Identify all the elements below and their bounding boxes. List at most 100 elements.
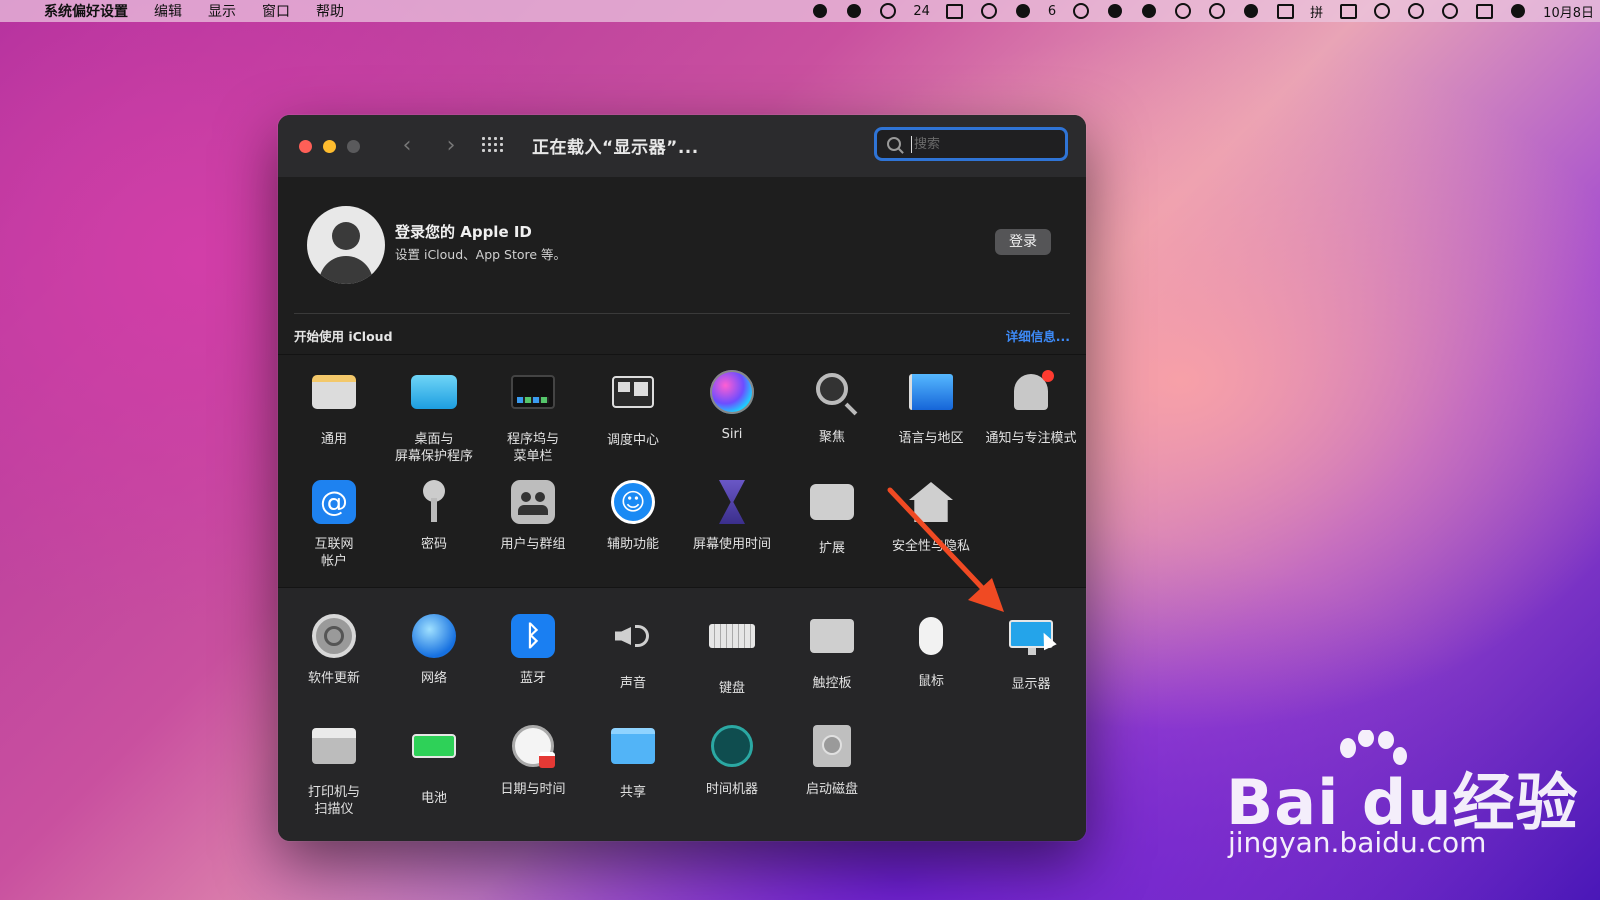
color-wheel-icon[interactable]: [1072, 3, 1090, 19]
search-input[interactable]: [911, 135, 1056, 153]
search-magnifier-icon: [887, 137, 901, 151]
pref-battery[interactable]: 电池: [384, 724, 484, 824]
pref-general[interactable]: 通用: [284, 370, 384, 470]
pref-label: 启动磁盘: [805, 782, 858, 797]
forward-chevron-icon[interactable]: ›: [440, 132, 462, 160]
pref-label: 时间机器: [705, 782, 758, 797]
pref-trackpad[interactable]: 触控板: [782, 614, 882, 714]
pref-label: 桌面与 屏幕保护程序: [394, 432, 473, 464]
pref-mouse[interactable]: 鼠标: [881, 614, 981, 714]
pref-time-machine[interactable]: 时间机器: [682, 724, 782, 824]
globe-icon: [410, 614, 458, 658]
pref-keyboard[interactable]: 键盘: [682, 614, 782, 714]
wechat-icon[interactable]: [879, 3, 897, 19]
pref-users-groups[interactable]: 用户与群组: [483, 480, 583, 580]
mouse-icon: [907, 617, 955, 661]
pref-language-region[interactable]: 语言与地区: [881, 370, 981, 470]
user-circle-icon[interactable]: [1407, 3, 1425, 19]
show-all-grid-icon[interactable]: [482, 137, 504, 155]
siri-menubar-icon[interactable]: [1509, 4, 1527, 18]
record-icon[interactable]: [811, 4, 829, 18]
close-button[interactable]: [299, 140, 312, 153]
bell-icon[interactable]: [1014, 4, 1032, 18]
pref-notifications-focus[interactable]: 通知与专注模式: [981, 370, 1081, 470]
pref-passwords[interactable]: 密码: [384, 480, 484, 580]
pref-label: 用户与群组: [500, 537, 566, 552]
pref-displays[interactable]: 显示器: [981, 614, 1081, 714]
shared-folder-icon: [609, 728, 657, 772]
pref-date-time[interactable]: 日期与时间: [483, 724, 583, 824]
pref-software-update[interactable]: 软件更新: [284, 614, 384, 714]
search-field[interactable]: [874, 127, 1068, 161]
details-link[interactable]: 详细信息...: [1006, 326, 1070, 345]
back-chevron-icon[interactable]: ‹: [396, 132, 418, 160]
startup-disk-icon: [808, 725, 856, 769]
wechat-count: 24: [913, 3, 930, 19]
language-flag-icon: [907, 374, 955, 418]
wifi-icon[interactable]: [1373, 3, 1391, 19]
pref-label: 触控板: [812, 676, 852, 691]
pref-mission-control[interactable]: 调度中心: [583, 370, 683, 470]
zoom-button[interactable]: [347, 140, 360, 153]
keyboard-grid-icon[interactable]: [946, 3, 964, 19]
fingerprint-icon[interactable]: [1208, 3, 1226, 19]
input-method-label[interactable]: 拼: [1310, 2, 1323, 21]
g-circle-icon[interactable]: [1106, 4, 1124, 18]
pref-spotlight[interactable]: 聚焦: [782, 370, 882, 470]
pref-screen-time[interactable]: 屏幕使用时间: [682, 480, 782, 580]
pref-extensions[interactable]: 扩展: [782, 480, 882, 580]
keyboard-icon: [708, 624, 756, 668]
menu-edit[interactable]: 编辑: [154, 1, 182, 21]
pref-label: 日期与时间: [500, 782, 566, 797]
pref-label: 语言与地区: [898, 431, 964, 446]
pref-sharing[interactable]: 共享: [583, 724, 683, 824]
pref-internet-accounts[interactable]: @ 互联网 帐户: [284, 480, 384, 580]
pref-label: 鼠标: [917, 674, 944, 689]
control-center-icon[interactable]: [1475, 3, 1493, 19]
pref-desktop-screensaver[interactable]: 桌面与 屏幕保护程序: [384, 370, 484, 470]
bluetooth-icon: ᛒ: [509, 614, 557, 658]
spotlight-icon: [808, 373, 856, 417]
bell-badge-icon[interactable]: [1140, 4, 1158, 18]
r-circle-icon[interactable]: [845, 4, 863, 18]
pref-printers-scanners[interactable]: 打印机与 扫描仪: [284, 724, 384, 824]
internet-accounts-icon: @: [310, 480, 358, 524]
layers-icon[interactable]: [1276, 3, 1294, 19]
pref-label: 软件更新: [307, 671, 360, 686]
pref-label: 屏幕使用时间: [692, 537, 771, 552]
menu-help[interactable]: 帮助: [316, 1, 344, 21]
pref-label: 安全性与隐私: [891, 539, 970, 554]
pref-label: 电池: [420, 791, 447, 806]
cloud-group-icon[interactable]: [1174, 3, 1192, 19]
pref-security-privacy[interactable]: 安全性与隐私: [881, 480, 981, 580]
notif-count: 6: [1047, 3, 1057, 19]
menu-view[interactable]: 显示: [208, 1, 236, 21]
login-button[interactable]: 登录: [995, 229, 1051, 255]
speaker-icon: [609, 619, 657, 663]
status-bar: 24 6 拼 10月8日: [811, 0, 1594, 22]
menu-bar: 系统偏好设置 编辑 显示 窗口 帮助 24 6 拼 10月8日: [0, 0, 1600, 22]
pref-siri[interactable]: Siri: [682, 370, 782, 470]
menubar-date[interactable]: 10月8日: [1543, 2, 1594, 21]
face-icon[interactable]: [980, 3, 998, 19]
search-icon[interactable]: [1441, 3, 1459, 19]
gear-update-icon: [310, 614, 358, 658]
battery-status-icon[interactable]: [1339, 3, 1357, 19]
avatar[interactable]: [307, 206, 385, 284]
pref-accessibility[interactable]: ☺ 辅助功能: [583, 480, 683, 580]
accessibility-icon: ☺: [609, 480, 657, 524]
battery-icon: [410, 734, 458, 778]
minimize-button[interactable]: [323, 140, 336, 153]
pref-bluetooth[interactable]: ᛒ 蓝牙: [483, 614, 583, 714]
time-machine-icon: [708, 725, 756, 769]
pref-dock-menubar[interactable]: 程序坞与 菜单栏: [483, 370, 583, 470]
menu-app-name[interactable]: 系统偏好设置: [44, 1, 128, 21]
menu-window[interactable]: 窗口: [262, 1, 290, 21]
divider: [278, 354, 1086, 355]
apple-id-title: 登录您的 Apple ID: [395, 223, 532, 241]
dock-icon: [509, 375, 557, 419]
pref-sound[interactable]: 声音: [583, 614, 683, 714]
pref-network[interactable]: 网络: [384, 614, 484, 714]
pen-icon[interactable]: [1242, 4, 1260, 18]
pref-startup-disk[interactable]: 启动磁盘: [782, 724, 882, 824]
